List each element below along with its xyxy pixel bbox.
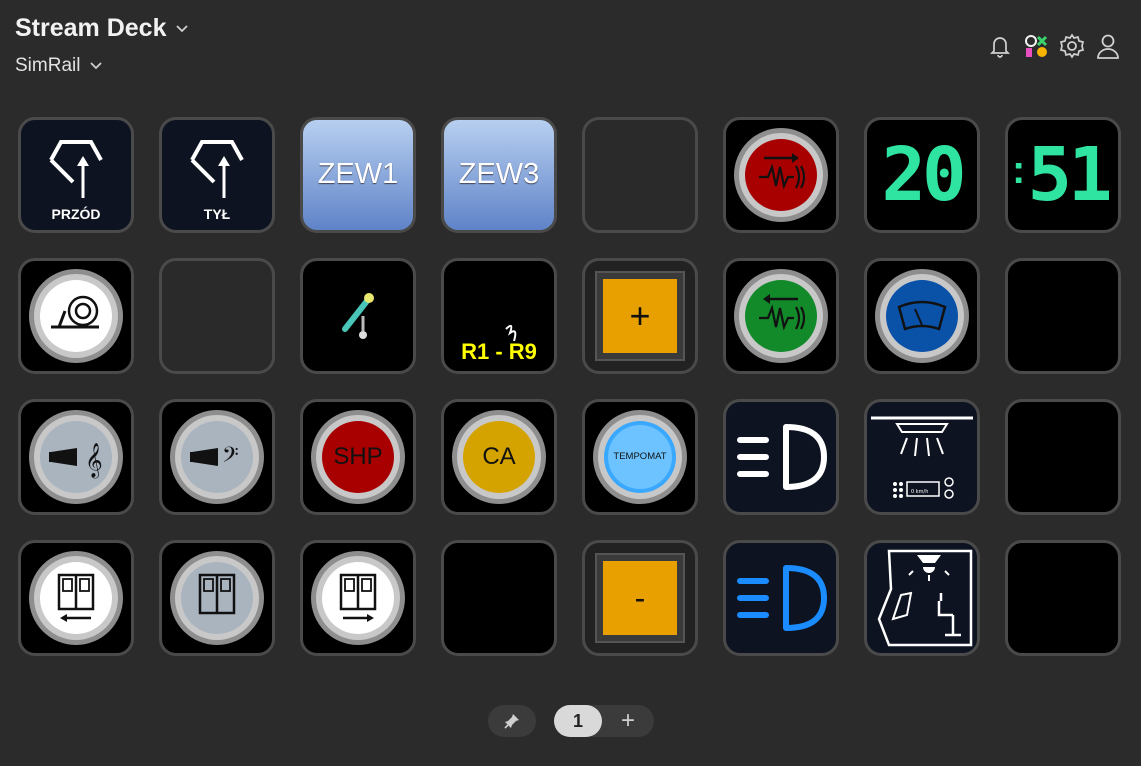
- key-blank[interactable]: [441, 540, 557, 656]
- decrease-label: -: [603, 561, 677, 635]
- key-caption: ZEW1: [317, 158, 399, 190]
- svg-text:𝄢: 𝄢: [222, 443, 239, 473]
- clock-hours: 20: [881, 132, 966, 218]
- headlight-blue-icon: [737, 565, 827, 631]
- key-clock-hours[interactable]: 20: [864, 117, 980, 233]
- key-caption: TEMPOMAT: [613, 451, 667, 462]
- increase-label: +: [603, 279, 677, 353]
- key-caption: CA: [482, 443, 516, 470]
- key-zew1[interactable]: ZEW1: [300, 117, 416, 233]
- door-left-icon: [29, 551, 123, 645]
- key-sander-forward[interactable]: [723, 117, 839, 233]
- profile-name: SimRail: [15, 55, 81, 76]
- user-icon[interactable]: [1095, 32, 1121, 60]
- pin-icon: [504, 714, 519, 729]
- chevron-down-icon: [90, 62, 103, 70]
- key-grid: PRZÓD TYŁ ZEW1 ZEW3 20 : 51 R1 - R9 + 𝄞 …: [18, 117, 1121, 656]
- add-page-button[interactable]: +: [602, 707, 654, 735]
- key-caption: TYŁ: [203, 206, 231, 222]
- key-horn-high[interactable]: 𝄞: [18, 399, 134, 515]
- horn-high-icon: 𝄞: [29, 410, 123, 504]
- microphone-icon: [342, 293, 374, 339]
- key-ca[interactable]: CA: [441, 399, 557, 515]
- key-blank[interactable]: [1005, 399, 1121, 515]
- headlight-icon: [737, 424, 827, 490]
- key-cab-rear[interactable]: TYŁ: [159, 117, 275, 233]
- key-cab-light[interactable]: 0 km/h: [864, 399, 980, 515]
- key-caption: R1 - R9: [461, 339, 537, 364]
- cab-light-icon: 0 km/h: [871, 416, 973, 499]
- key-blank[interactable]: [1005, 258, 1121, 374]
- gear-icon[interactable]: [1059, 32, 1085, 60]
- key-empty[interactable]: [582, 117, 698, 233]
- key-decrease[interactable]: -: [582, 540, 698, 656]
- svg-text:𝄞: 𝄞: [85, 443, 103, 479]
- marketplace-icon[interactable]: [1023, 32, 1049, 60]
- key-wipers[interactable]: [864, 258, 980, 374]
- clock-minutes: 51: [1027, 132, 1112, 218]
- door-right-icon: [311, 551, 405, 645]
- device-name: Stream Deck: [15, 14, 167, 42]
- key-increase[interactable]: +: [582, 258, 698, 374]
- key-blank[interactable]: [1005, 540, 1121, 656]
- chevron-down-icon: [176, 24, 189, 32]
- pin-page-button[interactable]: [488, 705, 536, 737]
- sander-forward-icon: [734, 128, 828, 222]
- key-cab-forward[interactable]: PRZÓD: [18, 117, 134, 233]
- door-close-icon: [170, 551, 264, 645]
- page-switcher: 1 +: [554, 705, 654, 737]
- profile-selector[interactable]: SimRail: [15, 55, 104, 77]
- key-door-left[interactable]: [18, 540, 134, 656]
- key-clock-minutes[interactable]: : 51: [1005, 117, 1121, 233]
- key-tempomat[interactable]: TEMPOMAT: [582, 399, 698, 515]
- key-interior-light[interactable]: [864, 540, 980, 656]
- key-horn-low[interactable]: 𝄢: [159, 399, 275, 515]
- pantograph-icon: [29, 269, 123, 363]
- key-door-right[interactable]: [300, 540, 416, 656]
- key-caption: SHP: [333, 443, 383, 470]
- horn-low-icon: 𝄢: [170, 410, 264, 504]
- speed-readout: 0 km/h: [911, 489, 928, 495]
- key-microphone[interactable]: [300, 258, 416, 374]
- key-headlights[interactable]: [723, 399, 839, 515]
- key-sander-reverse[interactable]: [723, 258, 839, 374]
- wiper-icon: [875, 269, 969, 363]
- key-radio-channel[interactable]: R1 - R9: [441, 258, 557, 374]
- key-caption: ZEW3: [458, 158, 540, 190]
- key-headlights-blue[interactable]: [723, 540, 839, 656]
- key-pantograph[interactable]: [18, 258, 134, 374]
- key-shp[interactable]: SHP: [300, 399, 416, 515]
- sander-reverse-icon: [734, 269, 828, 363]
- key-empty[interactable]: [159, 258, 275, 374]
- key-door-close[interactable]: [159, 540, 275, 656]
- bell-icon[interactable]: [987, 32, 1013, 60]
- device-selector[interactable]: Stream Deck: [15, 14, 190, 43]
- page-1-button[interactable]: 1: [554, 705, 602, 737]
- key-caption: PRZÓD: [51, 206, 101, 222]
- interior-light-icon: [877, 549, 973, 647]
- key-zew3[interactable]: ZEW3: [441, 117, 557, 233]
